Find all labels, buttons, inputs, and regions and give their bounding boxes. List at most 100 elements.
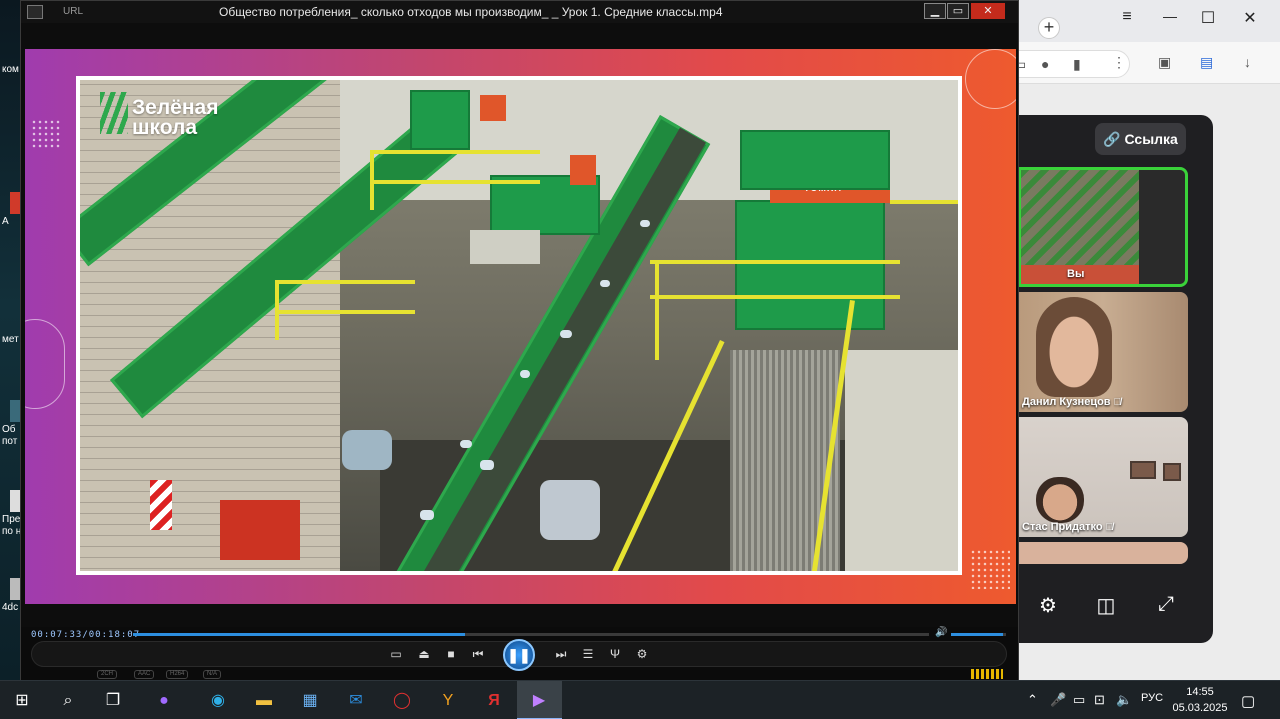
safety-rail [655, 260, 659, 360]
microsoft-store-icon[interactable]: ▦ [298, 689, 322, 713]
participant-video [1036, 297, 1112, 397]
waste-pile [342, 430, 392, 470]
previous-icon[interactable]: ⏮ [469, 647, 487, 662]
waste-item [560, 330, 572, 338]
volume-icon[interactable]: 🔊 [935, 627, 947, 638]
browser-minimize-button[interactable]: — [1158, 8, 1182, 24]
browser-maximize-button[interactable]: ☐ [1196, 8, 1220, 28]
mail-icon[interactable]: ✉ [344, 689, 368, 713]
player-title-bar[interactable]: URL Общество потребления_ сколько отходо… [21, 1, 1018, 23]
forklift [220, 500, 300, 560]
video-player-icon[interactable]: ▶ [527, 689, 551, 713]
clock-date: 05.03.2025 [1172, 702, 1228, 714]
player-logo-icon[interactable] [27, 5, 43, 19]
self-label: Вы [1067, 268, 1085, 280]
volume-tray-icon[interactable]: 🔈 [1116, 692, 1132, 708]
safety-rail [890, 200, 958, 204]
participant-tile[interactable]: Данил Кузнецов 🎙̸ [1018, 292, 1188, 412]
codec-badge: 2CH [97, 670, 118, 679]
subtitles-icon[interactable]: ▭ [387, 647, 405, 661]
downloads-icon[interactable]: ↓ [1244, 54, 1251, 70]
desktop-icon[interactable]: Пре по н [2, 490, 22, 538]
safety-rail [650, 295, 900, 299]
player-minimize-button[interactable]: ▁ [924, 3, 946, 19]
desktop-icon-label: Пре по н [2, 514, 22, 537]
container [845, 350, 958, 571]
show-hidden-icons-icon[interactable]: ⌃ [1027, 692, 1038, 708]
volume-level [951, 633, 1004, 636]
tabs-menu-icon[interactable]: ≡ [1115, 8, 1139, 26]
edge-browser-icon[interactable]: ◉ [206, 689, 230, 713]
seek-bar[interactable] [133, 633, 929, 636]
protect-icon[interactable]: ▤ [1200, 54, 1213, 71]
desktop-icon[interactable]: А [2, 192, 22, 228]
copy-link-button[interactable]: 🔗 Ссылка [1095, 123, 1186, 155]
microphone-icon[interactable]: ● [1041, 56, 1049, 72]
waste-item [480, 460, 494, 470]
stop-icon[interactable]: ■ [442, 647, 460, 661]
windows-start-icon[interactable]: ⊞ [10, 689, 34, 713]
eject-icon[interactable]: ⏏ [415, 647, 433, 661]
player-close-button[interactable]: ✕ [971, 3, 1005, 19]
warning-post [150, 480, 172, 530]
search-icon[interactable]: ⌕ [56, 689, 80, 713]
more-menu-icon[interactable]: ⋮ [1112, 54, 1126, 71]
browser-tab-strip: + ≡ — ☐ ✕ [1000, 0, 1280, 42]
next-icon[interactable]: ⏭ [552, 647, 570, 662]
bookmark-icon[interactable]: ▮ [1073, 56, 1081, 73]
settings-gear-icon[interactable]: ⚙ [1033, 593, 1063, 618]
desktop-icon[interactable]: 4dc [2, 578, 22, 614]
player-maximize-button[interactable]: ▭ [947, 3, 969, 19]
url-label[interactable]: URL [63, 6, 83, 17]
task-view-icon[interactable]: ❐ [101, 689, 125, 713]
file-explorer-icon[interactable]: ▬ [252, 689, 276, 713]
desktop-icon[interactable]: мет [2, 334, 22, 346]
network-icon[interactable]: ⊡ [1094, 692, 1105, 708]
desktop-icon[interactable]: Об пот [2, 400, 22, 448]
safety-rail [370, 150, 540, 154]
walkway-grate [730, 350, 840, 571]
mic-off-icon: 🎙̸ [1113, 397, 1122, 408]
decorative-shape [965, 49, 1016, 109]
alice-assistant-icon[interactable]: ● [152, 689, 176, 713]
layout-icon[interactable]: ◫ [1091, 593, 1121, 618]
battery-icon[interactable]: ▭ [1073, 692, 1085, 708]
volume-slider[interactable] [951, 633, 1006, 636]
codec-badge: AAC [134, 670, 155, 679]
yandex-browser-icon[interactable]: Y [436, 689, 460, 713]
browser-close-button[interactable]: ✕ [1238, 8, 1262, 28]
desktop-icon[interactable]: ком [2, 64, 22, 76]
pause-button[interactable]: ❚❚ [503, 639, 535, 671]
participant-tile[interactable]: Стас Придатко 🎙̸ [1018, 417, 1188, 537]
video-call-panel: 🔗 Ссылка Вы Данил Кузнецов 🎙̸ Стас Прида… [1018, 115, 1213, 643]
safety-rail [370, 180, 540, 184]
decorative-dots [31, 119, 61, 149]
waste-item [460, 440, 472, 448]
notifications-icon[interactable]: ▢ [1241, 692, 1255, 710]
video-frame[interactable]: TOMRA [25, 49, 1016, 604]
extensions-icon[interactable]: ▣ [1158, 54, 1171, 71]
participant-name-text: Данил Кузнецов [1022, 396, 1111, 408]
waste-item [640, 220, 650, 227]
player-settings-gear-icon[interactable]: ⚙ [633, 647, 651, 661]
time-readout: 00:07:33/00:18:07 [31, 630, 141, 640]
vr-icon[interactable]: Ψ [606, 647, 624, 661]
participant-video [1036, 477, 1084, 523]
fullscreen-icon[interactable]: ⤢ [1151, 593, 1181, 616]
green-school-logo-text: Зелёная школа [132, 97, 218, 138]
safety-rail [275, 280, 415, 284]
language-indicator[interactable]: РУС [1141, 692, 1163, 704]
playlist-icon[interactable]: ☰ [579, 647, 597, 661]
address-bar[interactable]: ▭ ● ▮ [1000, 50, 1130, 78]
video-file-title: Общество потребления_ сколько отходов мы… [219, 5, 723, 19]
mic-off-icon: 🎙̸ [1105, 522, 1114, 533]
self-video-tile[interactable]: Вы [1018, 167, 1188, 287]
opera-browser-icon[interactable]: ◯ [390, 689, 414, 713]
participant-tile[interactable] [1018, 542, 1188, 564]
shared-screen-preview [1021, 170, 1139, 265]
clock[interactable]: 14:55 05.03.2025 [1172, 684, 1228, 716]
microphone-tray-icon[interactable]: 🎤 [1050, 692, 1066, 708]
motor-box [480, 95, 506, 121]
new-tab-button[interactable]: + [1038, 17, 1060, 39]
yandex-icon[interactable]: Я [482, 689, 506, 713]
